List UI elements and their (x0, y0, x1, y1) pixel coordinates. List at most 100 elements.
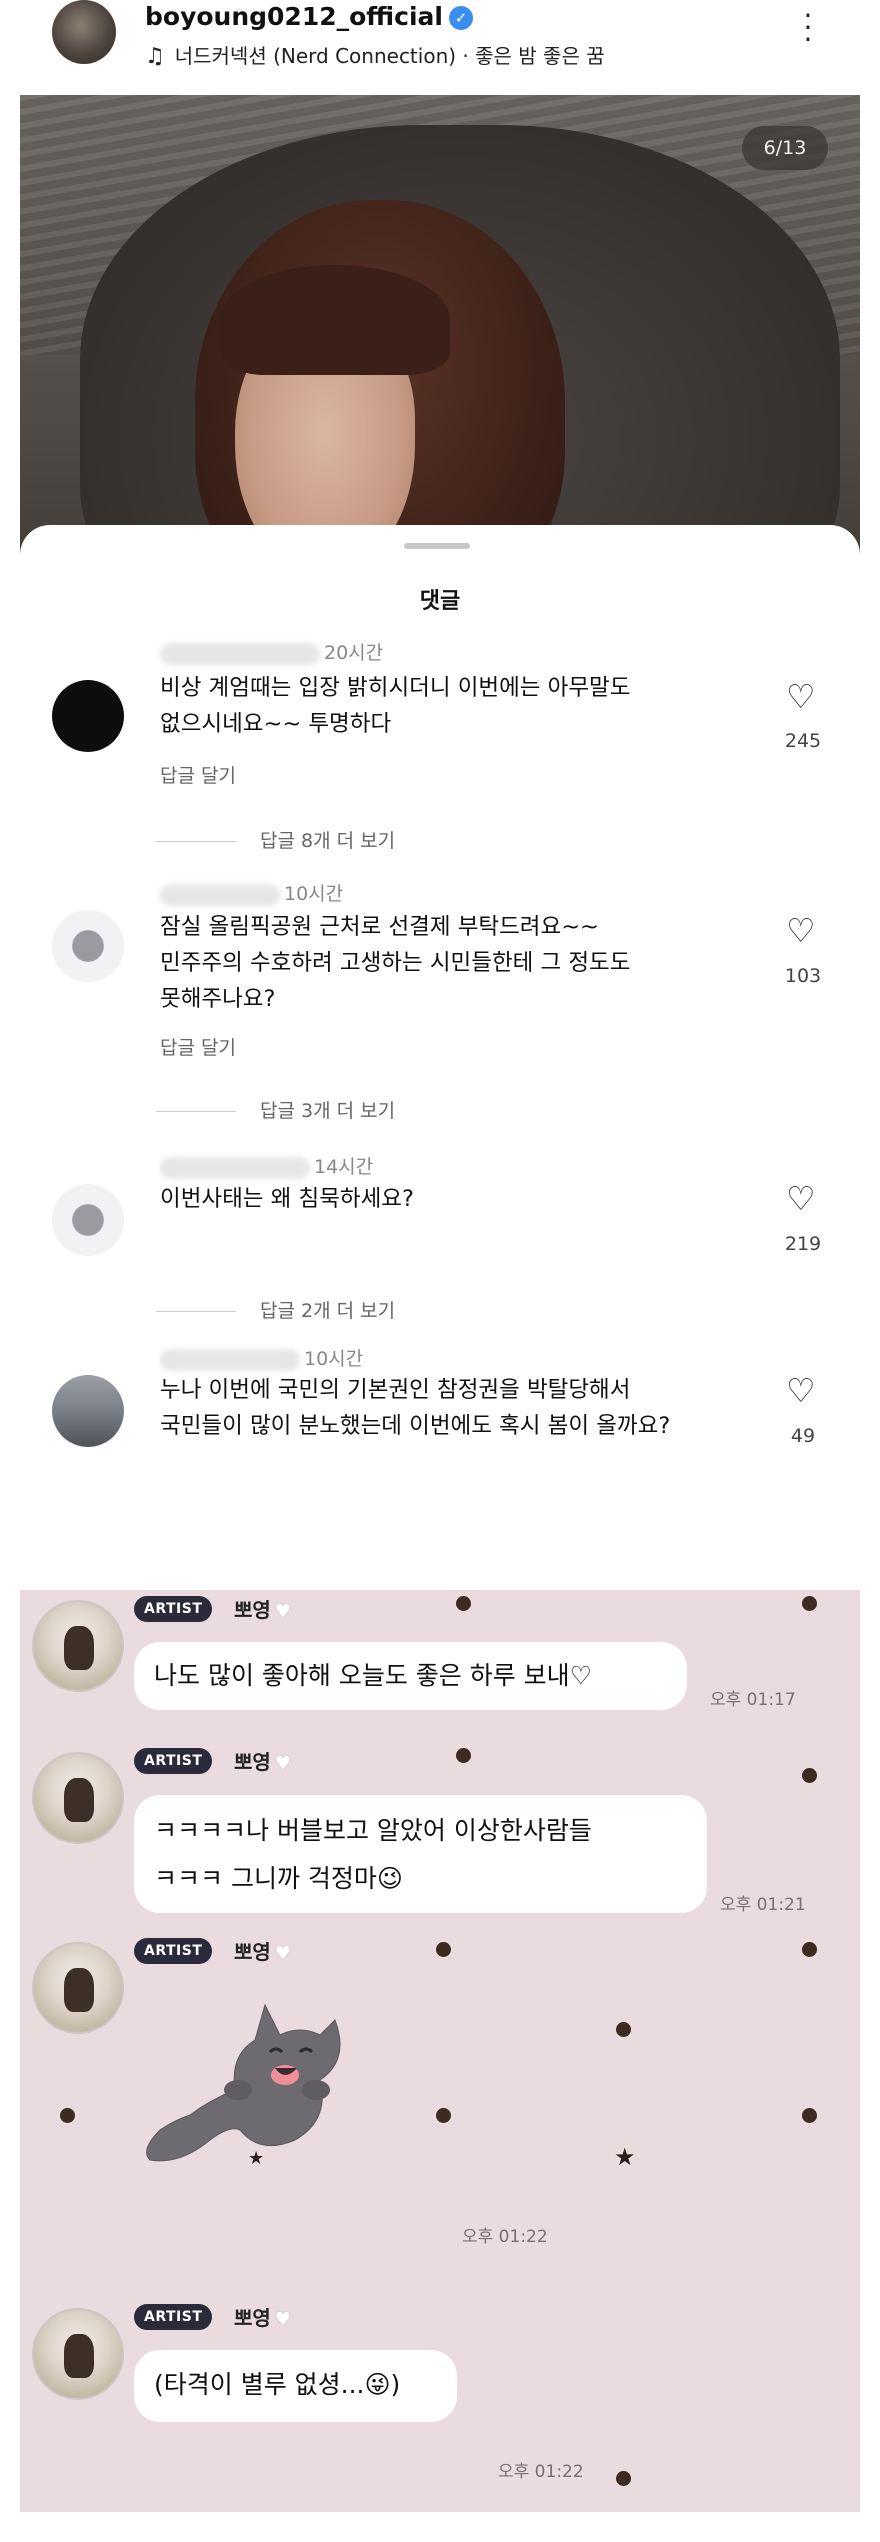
blurred-username (160, 1348, 300, 1371)
artist-badge: ARTIST (134, 2304, 213, 2330)
white-heart-icon: ♥ (274, 1601, 291, 1622)
decor-dot (456, 1748, 471, 1763)
decor-dot (802, 1768, 817, 1783)
comments-sheet: 댓글 20시간 비상 계엄때는 입장 밝히시더니 이번에는 아무말도 없으시네요… (20, 525, 860, 1530)
comment-time: 20시간 (324, 642, 384, 664)
artist-name-row: 뽀영 ♥ (234, 1746, 291, 1775)
music-text[interactable]: 너드커넥션 (Nerd Connection) · 좋은 밤 좋은 꿈 (175, 44, 605, 68)
message-time: 오후 01:17 (710, 1690, 796, 1710)
heart-outline-icon[interactable]: ♡ (786, 911, 816, 950)
artist-name: 뽀영 (234, 2306, 271, 2330)
like-count: 245 (784, 730, 822, 752)
comment-line: 잠실 올림픽공원 근처로 선결제 부탁드려요~~ (160, 914, 599, 940)
more-replies-label[interactable]: 답글 2개 더 보기 (260, 1300, 395, 1322)
decor-dot (802, 1596, 817, 1611)
blurred-username (160, 1156, 310, 1179)
artist-name-row: 뽀영 ♥ (234, 1594, 291, 1623)
comment-line: 없으시네요~~ 투명하다 (160, 711, 392, 737)
divider-line (156, 1311, 236, 1312)
heart-outline-icon[interactable]: ♡ (786, 1371, 816, 1410)
comment-meta: 10시간 (160, 1344, 363, 1371)
commenter-avatar[interactable] (52, 680, 124, 752)
message-time: 오후 01:22 (462, 2227, 548, 2247)
artist-name: 뽀영 (234, 1598, 271, 1622)
white-heart-icon: ♥ (274, 1943, 291, 1964)
music-row[interactable]: ♫ 너드커넥션 (Nerd Connection) · 좋은 밤 좋은 꿈 (145, 40, 605, 69)
comment-time: 10시간 (304, 1348, 364, 1370)
music-note-icon: ♫ (145, 44, 165, 69)
more-replies-label[interactable]: 답글 3개 더 보기 (260, 1100, 395, 1122)
artist-avatar[interactable] (32, 1752, 124, 1844)
message-bubble[interactable]: ㅋㅋㅋㅋ나 버블보고 알았어 이상한사람들 ㅋㅋㅋ 그니까 걱정마😉 (134, 1795, 707, 1913)
view-more-replies[interactable]: 답글 3개 더 보기 (156, 1096, 395, 1123)
message-time: 오후 01:22 (498, 2462, 584, 2482)
view-more-replies[interactable]: 답글 8개 더 보기 (156, 826, 395, 853)
post-header: boyoung0212_official ✓ ♫ 너드커넥션 (Nerd Conne… (20, 0, 860, 95)
comment-time: 10시간 (284, 883, 344, 905)
decor-dot (456, 1596, 471, 1611)
view-more-replies[interactable]: 답글 2개 더 보기 (156, 1296, 395, 1323)
artist-badge: ARTIST (134, 1596, 213, 1622)
heart-outline-icon[interactable]: ♡ (786, 1179, 816, 1218)
comment-line: 국민들이 많이 분노했는데 이번에도 혹시 봄이 올까요? (160, 1413, 671, 1439)
chat-screenshot: ★ ★ ARTIST 뽀영 ♥ 나도 많이 좋아해 오늘도 좋은 하루 보내♡ 오… (20, 1590, 860, 2512)
heart-outline-icon[interactable]: ♡ (786, 677, 816, 716)
artist-avatar[interactable] (32, 2308, 124, 2400)
like-count: 49 (790, 1425, 816, 1447)
white-heart-icon: ♥ (274, 1753, 291, 1774)
commenter-avatar[interactable] (52, 910, 124, 982)
comment-meta: 10시간 (160, 879, 343, 906)
comment-line: 비상 계엄때는 입장 밝히시더니 이번에는 아무말도 (160, 675, 631, 701)
artist-name-row: 뽀영 ♥ (234, 2302, 291, 2331)
comment-line: 민주주의 수호하려 고생하는 시민들한테 그 정도도 (160, 950, 631, 976)
comment-text: 잠실 올림픽공원 근처로 선결제 부탁드려요~~ 민주주의 수호하려 고생하는 … (160, 909, 720, 1017)
artist-avatar[interactable] (32, 1942, 124, 2034)
blurred-username (160, 883, 280, 906)
commenter-avatar[interactable] (52, 1375, 124, 1447)
reply-button[interactable]: 답글 달기 (160, 761, 236, 788)
comment-text: 누나 이번에 국민의 기본권인 참정권을 박탈당해서 국민들이 많이 분노했는데… (160, 1372, 740, 1444)
comment-line: 못해주나요? (160, 986, 276, 1012)
comment-line: 이번사태는 왜 침묵하세요? (160, 1186, 414, 1212)
like-count: 103 (784, 965, 822, 987)
decor-star: ★ (614, 2143, 636, 2171)
comment-meta: 20시간 (160, 638, 383, 665)
message-text: 나도 많이 좋아해 오늘도 좋은 하루 보내♡ (154, 1661, 593, 1690)
profile-avatar[interactable] (52, 0, 116, 64)
commenter-avatar[interactable] (52, 1184, 124, 1256)
message-bubble[interactable]: 나도 많이 좋아해 오늘도 좋은 하루 보내♡ (134, 1642, 687, 1710)
decor-dot (802, 2108, 817, 2123)
artist-badge: ARTIST (134, 1938, 213, 1964)
decor-dot (60, 2108, 75, 2123)
like-count: 219 (784, 1233, 822, 1255)
more-replies-label[interactable]: 답글 8개 더 보기 (260, 830, 395, 852)
more-vertical-icon[interactable]: · · · (798, 2, 818, 54)
comment-meta: 14시간 (160, 1152, 373, 1179)
sheet-title: 댓글 (419, 589, 461, 614)
message-time: 오후 01:21 (720, 1895, 806, 1915)
message-text: ㅋㅋㅋㅋ나 버블보고 알았어 이상한사람들 (154, 1816, 592, 1845)
decor-dot (436, 2108, 451, 2123)
gray-cat-sticker-icon[interactable] (120, 1980, 380, 2170)
image-counter: 6/13 (742, 126, 828, 170)
decor-dot (616, 2022, 631, 2037)
message-text: (타격이 별루 없셩...😜) (154, 2370, 401, 2399)
decor-dot (802, 1942, 817, 1957)
sheet-grabber[interactable] (404, 543, 470, 549)
comment-text: 이번사태는 왜 침묵하세요? (160, 1181, 720, 1217)
divider-line (156, 1111, 236, 1112)
photo-bangs (220, 265, 450, 375)
white-heart-icon: ♥ (274, 2309, 291, 2330)
message-bubble[interactable]: (타격이 별루 없셩...😜) (134, 2350, 457, 2422)
reply-button[interactable]: 답글 달기 (160, 1033, 236, 1060)
message-text: ㅋㅋㅋ 그니까 걱정마😉 (154, 1864, 403, 1893)
comment-time: 14시간 (314, 1156, 374, 1178)
artist-badge: ARTIST (134, 1748, 213, 1774)
username[interactable]: boyoung0212_official (145, 2, 443, 31)
blurred-username (160, 642, 320, 665)
artist-avatar[interactable] (32, 1600, 124, 1692)
decor-dot (436, 1942, 451, 1957)
artist-name-row: 뽀영 ♥ (234, 1936, 291, 1965)
username-row[interactable]: boyoung0212_official ✓ (145, 2, 473, 31)
artist-name: 뽀영 (234, 1940, 271, 1964)
